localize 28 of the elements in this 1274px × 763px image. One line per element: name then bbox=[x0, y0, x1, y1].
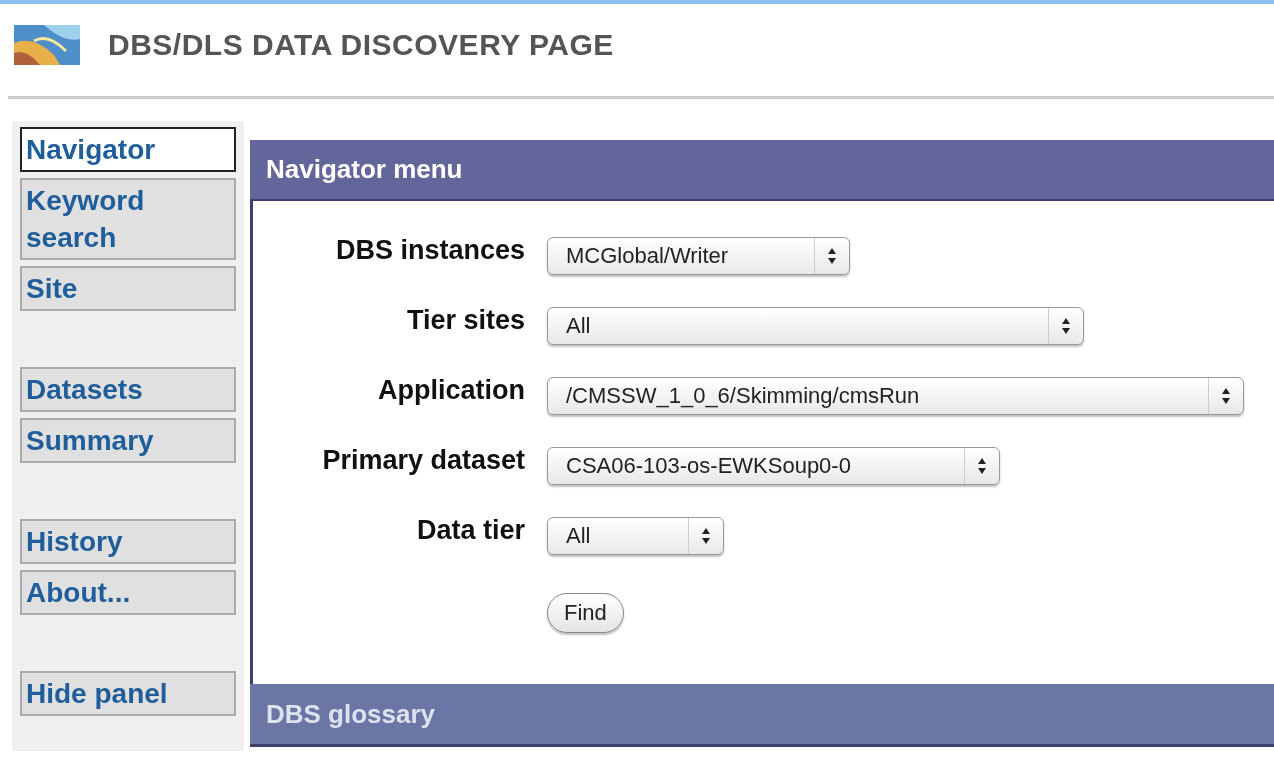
updown-icon bbox=[1061, 317, 1071, 335]
updown-icon bbox=[827, 247, 837, 265]
section-header[interactable]: DBS glossary bbox=[250, 684, 1274, 747]
sidebar-item[interactable]: Hide panel bbox=[20, 671, 236, 716]
logo-icon bbox=[14, 25, 80, 65]
sidebar-item[interactable]: About... bbox=[20, 570, 236, 615]
field-label: Application bbox=[377, 374, 525, 406]
updown-icon bbox=[977, 457, 987, 475]
dropdown[interactable]: All bbox=[547, 307, 1084, 345]
page-title: DBS/DLS DATA DISCOVERY PAGE bbox=[108, 28, 614, 62]
field-label: DBS instances bbox=[334, 234, 525, 266]
sidebar-item[interactable]: Datasets bbox=[20, 367, 236, 412]
sidebar-item[interactable]: Keyword search bbox=[20, 178, 236, 260]
sidebar-item[interactable]: Navigator bbox=[20, 127, 236, 172]
dropdown[interactable]: All bbox=[547, 517, 724, 555]
field-label: Tier sites bbox=[405, 304, 525, 336]
updown-icon bbox=[701, 527, 711, 545]
section-header: Navigator menu bbox=[250, 140, 1274, 201]
sidebar-item[interactable]: Site bbox=[20, 266, 236, 311]
sidebar-item[interactable]: Summary bbox=[20, 418, 236, 463]
sidebar-item[interactable]: History bbox=[20, 519, 236, 564]
field-label: Data tier bbox=[415, 514, 525, 546]
find-button[interactable]: Find bbox=[547, 593, 624, 633]
dropdown[interactable]: MCGlobal/Writer bbox=[547, 237, 850, 275]
updown-icon bbox=[1221, 387, 1231, 405]
field-label: Primary dataset bbox=[321, 444, 525, 476]
dropdown[interactable]: CSA06-103-os-EWKSoup0-0 bbox=[547, 447, 1000, 485]
dropdown[interactable]: /CMSSW_1_0_6/Skimming/cmsRun bbox=[547, 377, 1244, 415]
